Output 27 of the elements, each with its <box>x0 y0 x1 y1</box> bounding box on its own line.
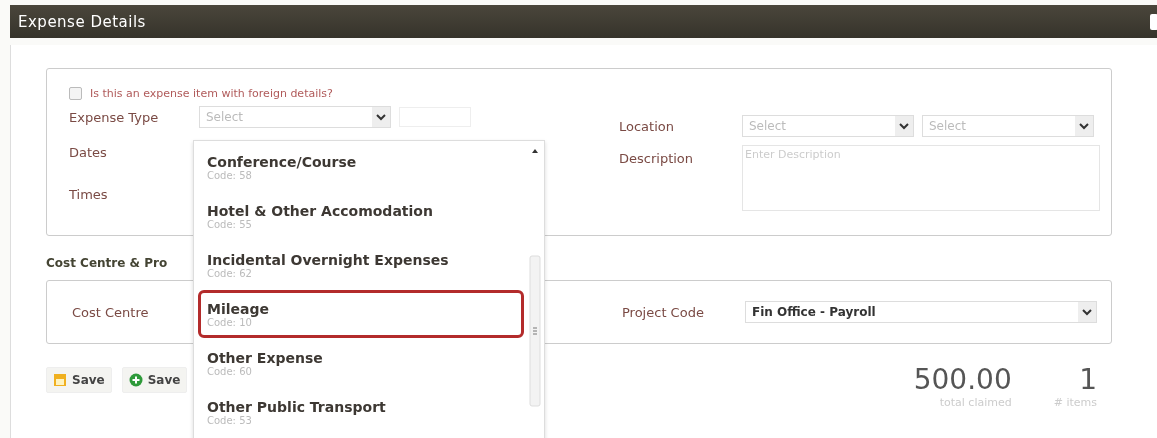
dropdown-item[interactable]: Mileage Code: 10 <box>198 290 524 338</box>
dropdown-item[interactable]: Hotel & Other Accomodation Code: 55 <box>198 192 524 240</box>
field-label: Expense Type <box>69 109 160 125</box>
field-label: Dates <box>69 144 108 160</box>
field-label: Times <box>69 186 109 202</box>
field-label: Location <box>619 118 675 134</box>
section-heading: Cost Centre & Pro <box>46 256 168 270</box>
total-value: 1 <box>1079 363 1097 396</box>
field-label: Project Code <box>622 304 705 320</box>
chevron-down-icon[interactable] <box>1078 302 1096 322</box>
checkbox[interactable] <box>69 87 82 100</box>
chevron-down-icon[interactable] <box>895 116 913 136</box>
window-title: Expense Details <box>18 12 146 31</box>
dropdown-item[interactable]: Other Expense Code: 60 <box>198 339 524 387</box>
total-value: 500.00 <box>913 363 1012 396</box>
project-code-select[interactable]: Fin Office - Payroll <box>745 301 1097 323</box>
chevron-down-icon[interactable] <box>1075 116 1093 136</box>
dropdown-item[interactable]: Conference/Course Code: 58 <box>198 143 524 191</box>
save-button[interactable]: Save <box>121 367 188 393</box>
field-label: Cost Centre <box>72 304 150 320</box>
chevron-down-icon[interactable] <box>372 107 390 127</box>
save-button[interactable]: Save <box>46 367 112 393</box>
field-label: Description <box>619 151 695 166</box>
dropdown-item[interactable]: Other Public Transport Code: 53 <box>198 388 524 436</box>
dropdown-item[interactable]: Incidental Overnight Expenses Code: 62 <box>198 241 524 289</box>
checkbox-label: Is this an expense item with foreign details? <box>90 87 333 100</box>
plus-circle-icon <box>128 373 143 387</box>
